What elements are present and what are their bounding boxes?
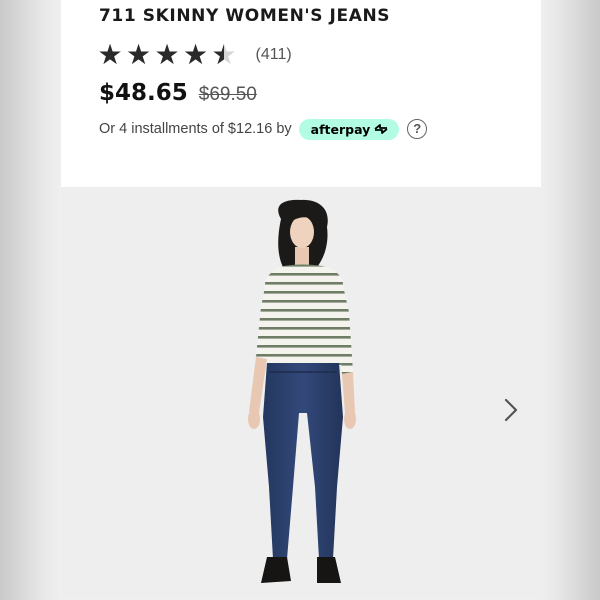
original-price: $69.50 <box>198 84 257 105</box>
product-title: 711 SKINNY WOMEN'S JEANS <box>99 6 391 26</box>
sale-price: $48.65 <box>99 80 188 106</box>
star-icon: ★ ★ <box>125 38 152 71</box>
star-icon: ★ ★ <box>211 38 237 71</box>
star-rating: ★ ★ ★ ★ ★ ★ ★ ★ ★ ★ <box>97 38 240 71</box>
afterpay-logo-icon <box>374 124 388 134</box>
help-icon[interactable]: ? <box>407 119 428 139</box>
model-right-shoe <box>317 557 341 583</box>
model-left-shoe <box>261 557 291 583</box>
star-icon: ★ ★ <box>182 38 209 71</box>
installments-row: Or 4 installments of $12.16 by afterpay … <box>99 117 428 141</box>
star-icon: ★ ★ <box>154 38 180 71</box>
rating-row[interactable]: ★ ★ ★ ★ ★ ★ ★ ★ ★ ★ (411) <box>97 38 292 71</box>
afterpay-badge[interactable]: afterpay <box>298 118 400 140</box>
model-sweater <box>265 264 343 365</box>
model-photo <box>248 199 356 583</box>
review-count[interactable]: (411) <box>256 46 292 64</box>
product-image[interactable] <box>61 187 541 595</box>
star-icon: ★ ★ <box>97 38 123 71</box>
afterpay-label: afterpay <box>310 121 371 137</box>
model-jeans <box>263 363 343 559</box>
price-row: $48.65 $69.50 <box>99 80 257 112</box>
installments-text: Or 4 installments of $12.16 by <box>99 121 292 137</box>
chevron-right-icon[interactable] <box>498 396 524 424</box>
